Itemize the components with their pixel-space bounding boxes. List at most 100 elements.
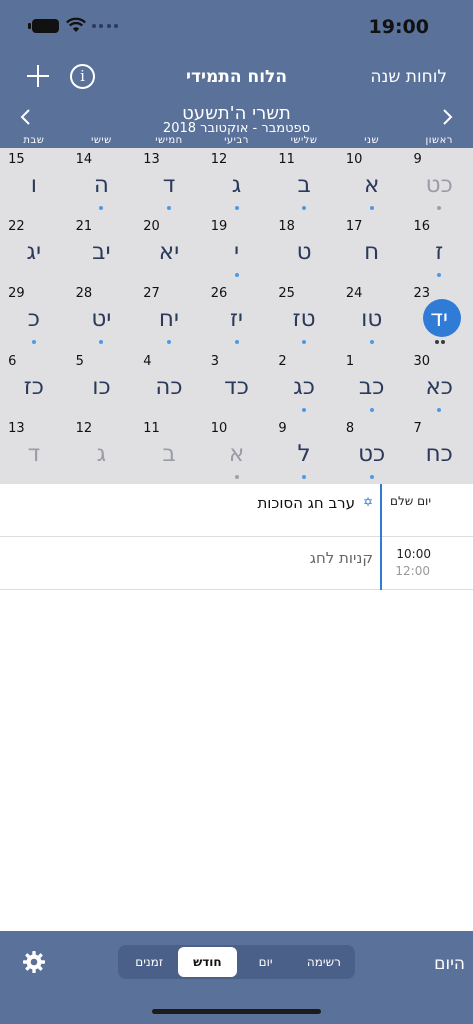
event-row[interactable]: יום שלם ✡ ערב חג הסוכות	[0, 484, 473, 537]
day-cell[interactable]: 13 ד	[135, 148, 203, 215]
gregorian-date: 10	[345, 152, 363, 167]
day-cell[interactable]: 1 כב	[338, 350, 406, 417]
day-cell[interactable]: 30 כא	[405, 350, 473, 417]
hebrew-date: כב	[358, 373, 385, 400]
hebrew-date: כח	[425, 440, 453, 467]
chevron-right-icon[interactable]	[439, 109, 455, 125]
day-cell[interactable]: 10 א	[203, 417, 271, 484]
segment-times[interactable]: זמנים	[120, 947, 178, 977]
home-indicator[interactable]	[152, 1009, 321, 1014]
gregorian-date: 7	[413, 420, 422, 436]
hebrew-date: יח	[158, 306, 180, 333]
hebrew-date: ה	[93, 172, 109, 198]
gregorian-date: 9	[278, 420, 287, 436]
gregorian-date: 11	[278, 152, 295, 167]
hebrew-date: א	[363, 172, 380, 198]
day-cell[interactable]: 7 כח	[405, 417, 473, 484]
event-indicator-dot	[441, 340, 446, 345]
hebrew-date: ד	[162, 172, 176, 198]
day-cell[interactable]: 14 ה	[68, 148, 136, 215]
gregorian-date: 12	[210, 152, 228, 167]
day-cell[interactable]: 26 יז	[203, 282, 271, 349]
day-cell[interactable]: 9 כט	[405, 148, 473, 215]
event-indicator-dot	[437, 206, 442, 210]
hebrew-date: ד	[27, 440, 41, 467]
day-cell[interactable]: 29 כ	[0, 282, 68, 349]
status-bar: 19:00	[0, 0, 473, 52]
hebrew-date: כז	[23, 373, 44, 400]
day-cell[interactable]: 18 ט	[270, 215, 338, 282]
view-segmented-control: רשימה יום חודש זמנים	[118, 945, 355, 979]
day-cell[interactable]: 28 יט	[68, 282, 136, 349]
today-button[interactable]: היום	[434, 954, 465, 974]
day-cell[interactable]: 12 ג	[203, 148, 271, 215]
day-cell[interactable]: 3 כד	[203, 350, 271, 417]
hebrew-date: טו	[361, 306, 383, 333]
gregorian-date: 9	[413, 152, 422, 167]
day-cell[interactable]: 13 ד	[0, 417, 68, 484]
gregorian-date: 28	[75, 286, 93, 302]
event-title: קניות לחג	[309, 549, 373, 567]
day-cell[interactable]: 15 ו	[0, 148, 68, 215]
calendar-grid: 9 כט 10 א 11 ב 12 ג 13 ד 14 ה 15 ו 16 ז 17 ח 18 ט 19 י 20 יא 21 י…	[0, 148, 473, 484]
day-cell[interactable]: 10 א	[338, 148, 406, 215]
day-cell[interactable]: 22 יג	[0, 215, 68, 282]
gregorian-date: 21	[75, 219, 93, 235]
day-cell[interactable]: 21 יב	[68, 215, 136, 282]
status-time: 19:00	[368, 16, 429, 38]
gregorian-date: 16	[413, 219, 430, 235]
day-cell[interactable]: 24 טו	[338, 282, 406, 349]
day-cell[interactable]: 19 י	[203, 215, 271, 282]
hebrew-date: ב	[162, 440, 176, 467]
day-cell[interactable]: 5 כו	[68, 350, 136, 417]
star-of-david-icon: ✡	[362, 495, 373, 509]
gregorian-date: 14	[75, 152, 93, 167]
gregorian-date: 15	[8, 152, 25, 167]
gregorian-date: 1	[345, 353, 355, 369]
hebrew-date: א	[228, 440, 245, 467]
wifi-icon	[66, 17, 86, 32]
day-cell[interactable]: 20 יא	[135, 215, 203, 282]
segment-month[interactable]: חודש	[178, 947, 237, 977]
day-cell[interactable]: 8 כט	[338, 417, 406, 484]
event-indicator-dot	[302, 340, 307, 345]
hebrew-date: כג	[293, 373, 315, 400]
segment-day[interactable]: יום	[237, 947, 295, 977]
gregorian-date: 5	[75, 353, 84, 369]
day-cell-today[interactable]: 23 יד	[405, 282, 473, 349]
day-cell[interactable]: 16 ז	[405, 215, 473, 282]
event-color-bar	[380, 537, 382, 590]
gear-icon[interactable]	[22, 950, 46, 974]
hebrew-date: י	[233, 239, 240, 266]
event-start-time: 10:00	[396, 547, 431, 561]
event-indicator-dot	[99, 206, 104, 210]
hebrew-date: כו	[92, 373, 111, 400]
hebrew-date: יג	[26, 239, 42, 266]
day-cell[interactable]: 12 ג	[68, 417, 136, 484]
hebrew-date: ח	[364, 239, 380, 266]
day-cell[interactable]: 17 ח	[338, 215, 406, 282]
segment-list[interactable]: רשימה	[295, 947, 353, 977]
day-cell[interactable]: 4 כה	[135, 350, 203, 417]
signal-dots-icon	[92, 24, 118, 29]
hebrew-date: יב	[92, 239, 111, 266]
event-row[interactable]: 10:00 12:00 קניות לחג	[0, 537, 473, 590]
event-indicator-dot	[234, 273, 239, 278]
day-cell[interactable]: 6 כז	[0, 350, 68, 417]
gregorian-date: 4	[143, 353, 152, 369]
event-indicator-dot	[302, 206, 307, 210]
day-cell[interactable]: 9ל	[270, 417, 338, 484]
day-cell[interactable]: 11 ב	[270, 148, 338, 215]
day-cell[interactable]: 11 ב	[135, 417, 203, 484]
event-title: ערב חג הסוכות	[257, 494, 355, 512]
hebrew-date: יא	[158, 239, 180, 266]
day-cell[interactable]: 27 יח	[135, 282, 203, 349]
day-cell[interactable]: 2 כג	[270, 350, 338, 417]
year-calendars-button[interactable]: לוחות שנה	[370, 67, 447, 87]
hebrew-date: כה	[155, 373, 183, 400]
day-cell[interactable]: 25 טז	[270, 282, 338, 349]
month-gregorian-title: ספטמבר - אוקטובר 2018	[162, 121, 311, 136]
gregorian-date: 17	[345, 219, 363, 235]
hebrew-date: ג	[96, 440, 107, 467]
event-indicator-dot	[302, 474, 307, 479]
